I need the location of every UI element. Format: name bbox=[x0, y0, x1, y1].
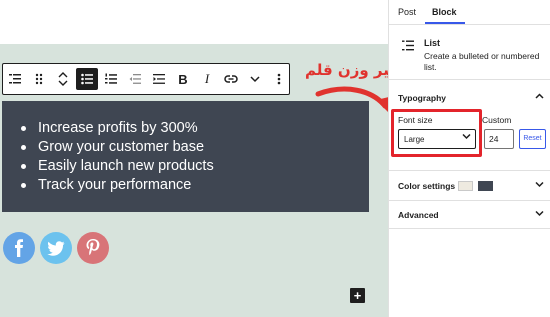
tab-post[interactable]: Post bbox=[398, 7, 416, 17]
block-card: List Create a bulleted or numbered list. bbox=[389, 25, 550, 80]
list-item[interactable]: Grow your customer base bbox=[18, 138, 369, 157]
options-icon[interactable] bbox=[268, 68, 290, 90]
bold-icon[interactable]: B bbox=[172, 68, 194, 90]
bulleted-list: Increase profits by 300% Grow your custo… bbox=[18, 119, 369, 195]
list-item[interactable]: Easily launch new products bbox=[18, 157, 369, 176]
editor-canvas: B I Increase profits by 300% Grow your c… bbox=[0, 0, 388, 317]
move-up-down-icon[interactable] bbox=[52, 68, 74, 90]
active-tab-indicator bbox=[425, 22, 465, 24]
color-settings-panel[interactable]: Color settings bbox=[389, 171, 550, 201]
background-color-swatch bbox=[458, 181, 473, 191]
list-item-text: Track your performance bbox=[38, 177, 192, 193]
custom-size-label: Custom bbox=[482, 115, 512, 125]
unordered-list-icon[interactable] bbox=[76, 68, 98, 90]
italic-icon[interactable]: I bbox=[196, 68, 218, 90]
list-item-text: Increase profits by 300% bbox=[38, 120, 198, 136]
panel-title-advanced[interactable]: Advanced bbox=[398, 210, 439, 220]
advanced-panel[interactable]: Advanced bbox=[389, 201, 550, 229]
indent-icon[interactable] bbox=[148, 68, 170, 90]
list-item-text: Grow your customer base bbox=[38, 139, 205, 155]
highlight-box bbox=[391, 109, 482, 157]
ordered-list-icon[interactable] bbox=[100, 68, 122, 90]
facebook-icon[interactable] bbox=[3, 232, 35, 264]
block-description: Create a bulleted or numbered list. bbox=[424, 51, 540, 72]
tab-block[interactable]: Block bbox=[432, 7, 457, 17]
reset-button[interactable]: Reset bbox=[519, 129, 546, 149]
twitter-icon[interactable] bbox=[40, 232, 72, 264]
text-color-swatch bbox=[478, 181, 493, 191]
bullet-icon bbox=[21, 126, 26, 131]
block-title: List bbox=[424, 38, 441, 48]
add-block-button[interactable]: + bbox=[350, 288, 365, 303]
bullet-icon bbox=[21, 164, 26, 169]
list-item-text: Easily launch new products bbox=[38, 158, 214, 174]
bullet-icon bbox=[21, 145, 26, 150]
outdent-icon[interactable] bbox=[124, 68, 146, 90]
link-icon[interactable] bbox=[220, 68, 242, 90]
block-toolbar: B I bbox=[2, 63, 290, 95]
chevron-down-icon[interactable] bbox=[535, 180, 544, 190]
drag-handle-icon[interactable] bbox=[28, 68, 50, 90]
bullet-icon bbox=[21, 183, 26, 188]
pinterest-icon[interactable] bbox=[77, 232, 109, 264]
more-chevron-icon[interactable] bbox=[244, 68, 266, 90]
list-block-icon bbox=[402, 38, 414, 56]
panel-title-color-settings[interactable]: Color settings bbox=[398, 181, 455, 191]
custom-size-input[interactable]: 24 bbox=[484, 129, 514, 149]
panel-title-typography[interactable]: Typography bbox=[398, 93, 446, 103]
list-item[interactable]: Track your performance bbox=[18, 176, 369, 195]
chevron-down-icon[interactable] bbox=[535, 209, 544, 219]
settings-sidebar: Post Block List Create a bulleted or num… bbox=[388, 0, 550, 317]
list-item[interactable]: Increase profits by 300% bbox=[18, 119, 369, 138]
chevron-up-icon[interactable] bbox=[535, 91, 544, 101]
list-block-icon[interactable] bbox=[4, 68, 26, 90]
sidebar-tabs: Post Block bbox=[389, 0, 550, 25]
list-block[interactable]: Increase profits by 300% Grow your custo… bbox=[2, 101, 369, 212]
